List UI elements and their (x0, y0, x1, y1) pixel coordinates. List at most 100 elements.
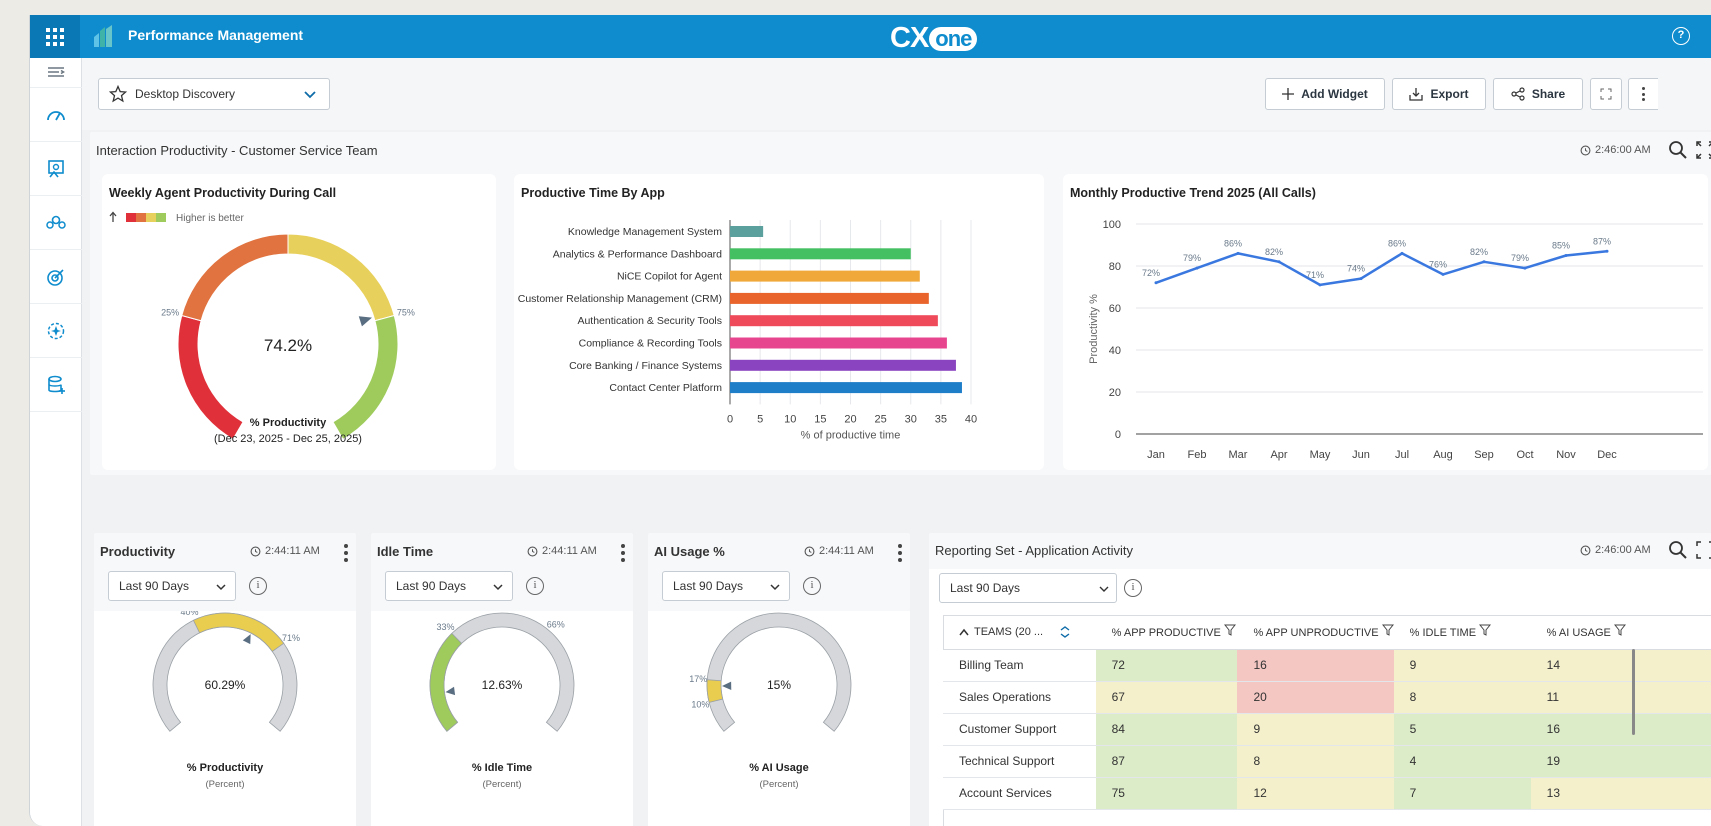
search-icon[interactable] (1667, 539, 1689, 561)
table-row[interactable]: Billing Team 72 16 9 14 (943, 649, 1711, 682)
data-point (1277, 260, 1281, 264)
x-tick-label: Jul (1395, 449, 1409, 461)
gauge-band (429, 632, 463, 732)
refresh-timestamp: 2:44:11 AM (804, 545, 874, 557)
chevron-down-icon (304, 91, 316, 99)
side-navigation (30, 58, 82, 826)
share-button[interactable]: Share (1493, 78, 1583, 110)
band-label: 33% (437, 622, 455, 632)
data-point (1523, 266, 1527, 270)
export-button[interactable]: Export (1392, 78, 1486, 110)
higher-is-better-legend: Higher is better (109, 211, 244, 224)
add-widget-label: Add Widget (1301, 87, 1368, 101)
filter-icon[interactable] (1223, 624, 1236, 637)
table-row[interactable]: Customer Support 84 9 5 16 (943, 713, 1711, 746)
col-header-ai-usage[interactable]: % AI USAGE (1530, 615, 1711, 650)
data-point (1236, 251, 1240, 255)
gauge-label: % Productivity (187, 762, 264, 774)
brand-one: one (929, 26, 978, 51)
filter-icon[interactable] (1381, 624, 1394, 637)
y-tick-label: 60 (1109, 303, 1121, 315)
more-options-icon[interactable] (898, 544, 902, 562)
idle-time-cell: 4 (1393, 745, 1531, 778)
gauge-value: 60.29% (205, 678, 246, 692)
band-label: 71% (282, 633, 300, 643)
chevron-down-icon (216, 584, 226, 591)
collapse-menu-icon[interactable] (30, 58, 82, 88)
info-icon[interactable]: i (526, 577, 544, 595)
refresh-timestamp: 2:46:00 AM (1580, 144, 1651, 156)
performance-management-logo-icon (88, 21, 118, 51)
app-productive-cell: 72 (1095, 649, 1238, 682)
brand-cx: CX (890, 22, 929, 54)
app-launcher-icon[interactable] (30, 15, 80, 58)
gauge-tick-label: 75% (397, 307, 415, 317)
data-add-icon[interactable] (30, 358, 82, 412)
x-tick-label: May (1310, 449, 1331, 461)
search-icon[interactable] (1667, 139, 1689, 161)
col-header-app-unproductive[interactable]: % APP UNPRODUCTIVE (1237, 615, 1394, 650)
info-icon[interactable]: i (1124, 579, 1142, 597)
team-cell: Technical Support (943, 745, 1096, 778)
table-row[interactable]: Account Services 75 12 7 13 (943, 777, 1711, 810)
productivity-gauge: 25% 50% 75% 74.2% % Productivity (Dec 23, 202… (161, 226, 415, 445)
gauge-date-range: (Dec 23, 2025 - Dec 25, 2025) (214, 433, 362, 445)
gauge-unit: (Percent) (205, 779, 244, 790)
dashboard-gauge-icon[interactable] (30, 88, 82, 142)
more-options-icon[interactable] (344, 544, 348, 562)
range-select[interactable]: Last 90 Days (662, 571, 790, 601)
point-label: 79% (1511, 253, 1529, 263)
more-options-icon[interactable] (1628, 78, 1658, 110)
history-icon (1580, 545, 1591, 555)
coaching-icon[interactable] (30, 142, 82, 196)
bar (730, 248, 911, 260)
point-label: 82% (1265, 247, 1283, 257)
fullscreen-icon[interactable] (1590, 78, 1622, 110)
point-label: 86% (1388, 238, 1406, 248)
col-header-app-productive[interactable]: % APP PRODUCTIVE (1095, 615, 1238, 650)
range-select[interactable]: Last 90 Days (385, 571, 513, 601)
gauge-tick-label: 25% (161, 307, 179, 317)
kpi-widget-1: Idle Time 2:44:11 AM Last 90 Days i 33% 6… (371, 533, 633, 826)
x-axis-label: % of productive time (801, 429, 901, 441)
bar (730, 382, 962, 394)
refresh-timestamp: 2:46:00 AM (1580, 544, 1651, 556)
dashboard-view-select[interactable]: Desktop Discovery (98, 78, 330, 110)
trend-line (1155, 250, 1608, 287)
dashboard-toolbar: Desktop Discovery Add Widget Export Shar… (82, 58, 1711, 130)
productive-time-bar-chart: 0 5 10 15 20 25 30 35 40 Knowledge Management Sys… (518, 220, 977, 441)
application-activity-table: TEAMS (20 ... % APP PRODUCTIVE % APP UNP… (943, 615, 1711, 810)
col-header-idle-time[interactable]: % IDLE TIME (1393, 615, 1531, 650)
range-select[interactable]: Last 90 Days (108, 571, 236, 601)
help-icon[interactable]: ? (1672, 27, 1690, 45)
kpi-widget-0: Productivity 2:44:11 AM Last 90 Days i 4… (94, 533, 356, 826)
expand-icon[interactable] (1696, 541, 1711, 559)
x-tick-label: 5 (757, 413, 763, 425)
add-widget-button[interactable]: Add Widget (1265, 78, 1385, 110)
gauge-pointer (242, 634, 251, 645)
table-row[interactable]: Sales Operations 67 20 8 11 (943, 681, 1711, 714)
gauge-segment (181, 233, 289, 322)
insights-icon[interactable] (30, 304, 82, 358)
dashboard-view-label: Desktop Discovery (135, 87, 236, 101)
gauge-pointer (445, 686, 456, 696)
team-icon[interactable] (30, 196, 82, 250)
sort-up-icon (959, 628, 969, 636)
timestamp-text: 2:44:11 AM (542, 545, 597, 557)
filter-icon[interactable] (1613, 624, 1626, 637)
reporting-range-select[interactable]: Last 90 Days (939, 573, 1117, 603)
more-options-icon[interactable] (621, 544, 625, 562)
x-tick-label: 20 (844, 413, 856, 425)
table-scrollbar[interactable] (1632, 649, 1635, 735)
table-row[interactable]: Technical Support 87 8 4 19 (943, 745, 1711, 778)
info-icon[interactable]: i (249, 577, 267, 595)
info-icon[interactable]: i (803, 577, 821, 595)
expand-icon[interactable] (1696, 141, 1711, 159)
gauge-segment (287, 233, 395, 322)
col-header-teams[interactable]: TEAMS (20 ... (943, 615, 1096, 650)
goals-icon[interactable] (30, 250, 82, 304)
cxone-logo: CX one (890, 22, 978, 55)
plus-icon (1282, 88, 1295, 100)
filter-icon[interactable] (1479, 624, 1492, 637)
gauge-label: % Productivity (250, 417, 327, 429)
